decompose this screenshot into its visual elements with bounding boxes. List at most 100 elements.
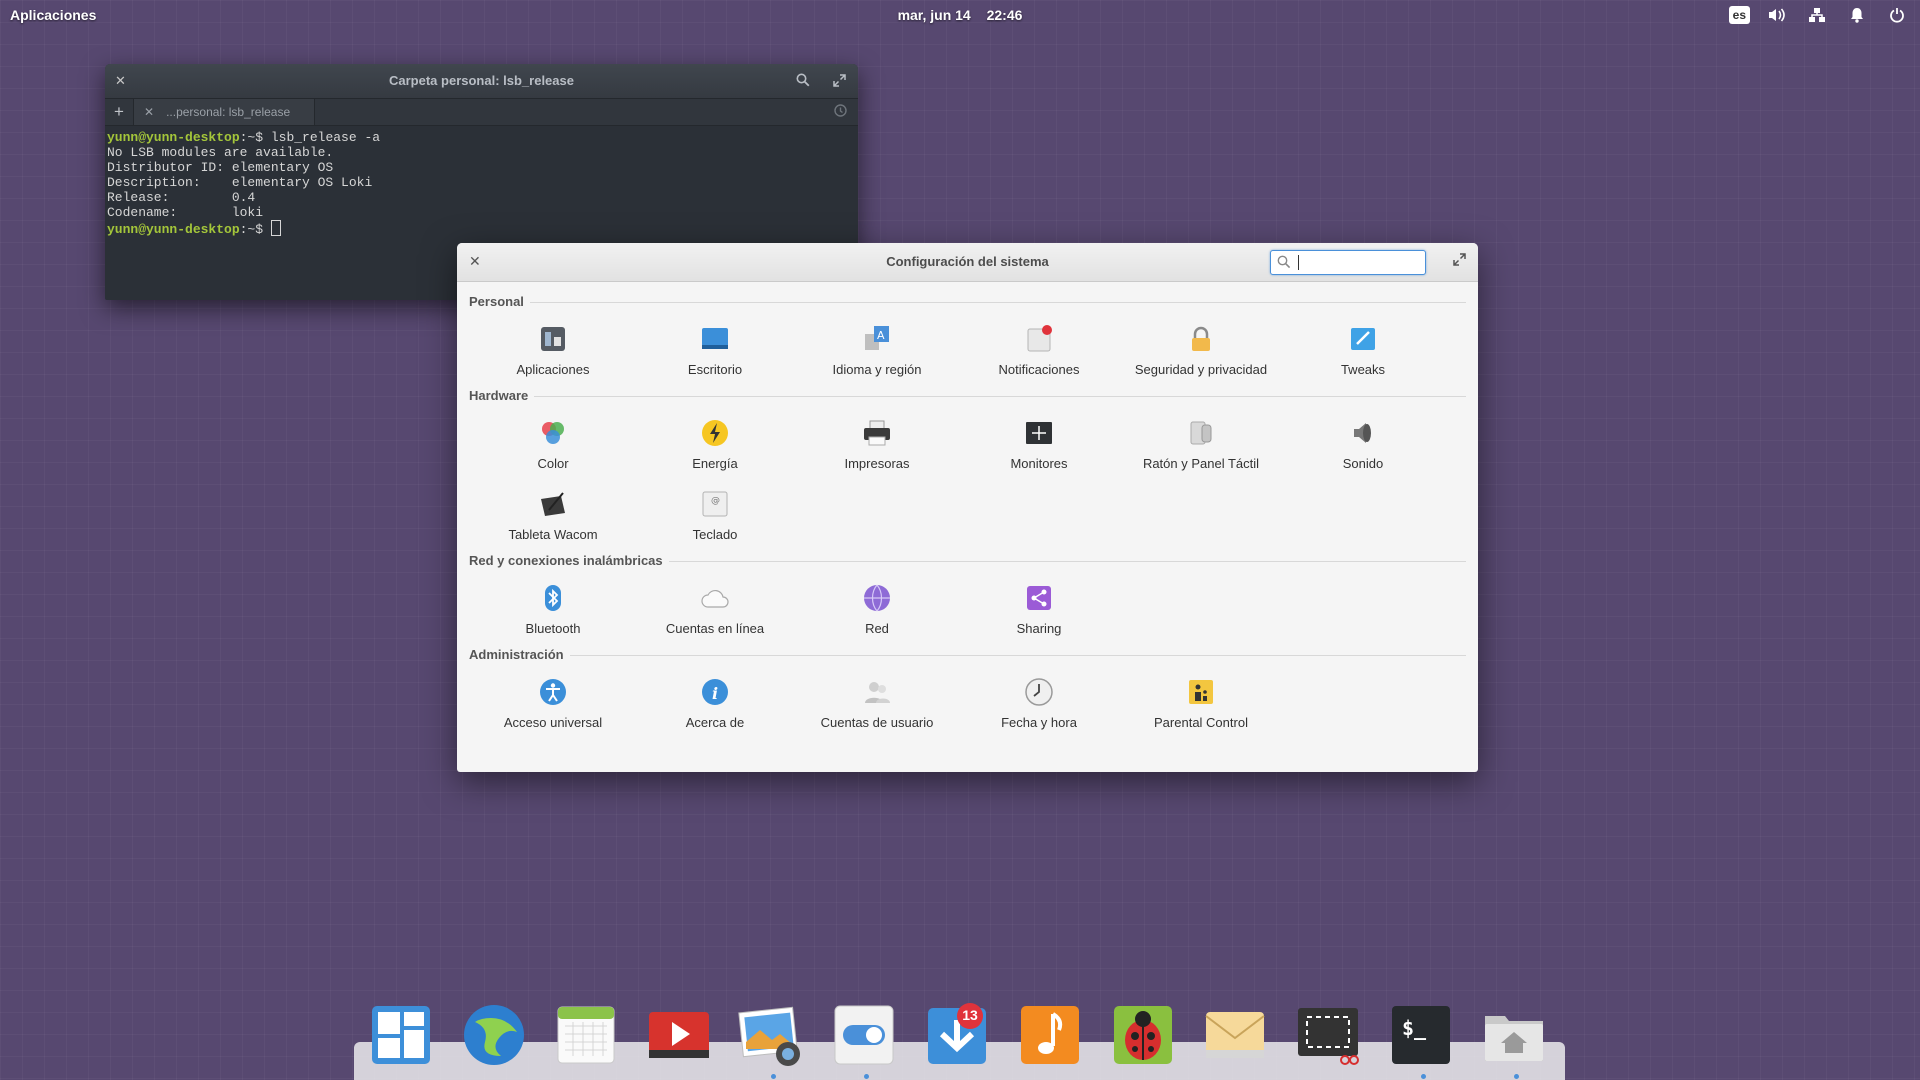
item-impresoras[interactable]: Impresoras — [796, 417, 958, 477]
item-raton[interactable]: Ratón y Panel Táctil — [1120, 417, 1282, 477]
item-sharing[interactable]: Sharing — [958, 582, 1120, 642]
dock-item-terminal[interactable]: $_ — [1388, 1002, 1454, 1068]
item-label: Cuentas en línea — [665, 621, 765, 636]
update-count-badge: 13 — [962, 1007, 978, 1023]
accessibility-icon — [539, 678, 567, 706]
terminal-output[interactable]: yunn@yunn-desktop:~$ lsb_release -a No LS… — [105, 126, 858, 237]
item-monitores[interactable]: Monitores — [958, 417, 1120, 477]
terminal-command: lsb_release -a — [270, 130, 381, 145]
applications-icon — [539, 325, 567, 353]
terminal-line: Description: elementary OS Loki — [107, 175, 373, 190]
info-icon: i — [701, 678, 729, 706]
running-indicator — [864, 1074, 869, 1079]
item-label: Energía — [692, 456, 738, 471]
item-teclado[interactable]: @ Teclado — [634, 488, 796, 548]
item-escritorio[interactable]: Escritorio — [634, 323, 796, 383]
screenshot-icon — [1298, 1008, 1359, 1065]
item-label: Sharing — [1016, 621, 1062, 636]
item-red[interactable]: Red — [796, 582, 958, 642]
running-indicator — [1421, 1074, 1426, 1079]
dock-item-videos[interactable] — [646, 1002, 712, 1068]
category-label: Personal — [469, 294, 530, 309]
item-parental-control[interactable]: Parental Control — [1120, 676, 1282, 736]
item-label: Notificaciones — [998, 362, 1080, 377]
item-label: Cuentas de usuario — [820, 715, 934, 730]
item-label: Escritorio — [687, 362, 743, 377]
terminal-line: yunn@yunn-desktop:~$ lsb_release -a — [107, 130, 858, 145]
item-label: Tableta Wacom — [508, 527, 598, 542]
system-tray: es — [1728, 4, 1910, 26]
item-tableta[interactable]: Tableta Wacom — [472, 488, 634, 548]
close-tab-icon[interactable]: ✕ — [144, 105, 154, 119]
video-play-icon — [649, 1012, 709, 1058]
new-tab-icon[interactable]: + — [105, 102, 133, 122]
color-icon — [539, 419, 567, 447]
item-acceso-universal[interactable]: Acceso universal — [472, 676, 634, 736]
item-cuentas-de-usuario[interactable]: Cuentas de usuario — [796, 676, 958, 736]
search-icon[interactable] — [796, 64, 810, 98]
date-time-indicator[interactable]: mar, jun 14 22:46 — [0, 7, 1920, 23]
terminal-titlebar[interactable]: ✕ Carpeta personal: lsb_release — [105, 64, 858, 98]
close-icon[interactable]: ✕ — [115, 64, 126, 98]
terminal-title: Carpeta personal: lsb_release — [389, 73, 574, 88]
dock-item-web-browser[interactable] — [461, 1002, 527, 1068]
item-bluetooth[interactable]: Bluetooth — [472, 582, 634, 642]
item-label: Seguridad y privacidad — [1134, 362, 1268, 377]
settings-titlebar[interactable]: ✕ Configuración del sistema — [457, 243, 1478, 282]
maximize-icon[interactable] — [1453, 253, 1466, 271]
desktop-icon — [701, 325, 729, 353]
search-icon — [1277, 255, 1291, 274]
dock-item-files[interactable] — [1481, 1002, 1547, 1068]
notifications-icon — [1025, 325, 1053, 353]
running-indicator — [771, 1074, 776, 1079]
dock-item-photos[interactable] — [738, 1002, 804, 1068]
search-field[interactable] — [1270, 250, 1426, 275]
item-cuentas-en-linea[interactable]: Cuentas en línea — [634, 582, 796, 642]
dock-item-multitasking[interactable] — [368, 1002, 434, 1068]
item-seguridad[interactable]: Seguridad y privacidad — [1120, 323, 1282, 383]
item-label: Teclado — [692, 527, 738, 542]
terminal-line: No LSB modules are available. — [107, 145, 334, 160]
mouse-icon — [1187, 419, 1215, 447]
terminal-tab[interactable]: ✕ ...personal: lsb_release — [133, 99, 316, 125]
system-settings-window[interactable]: ✕ Configuración del sistema Personal Apl… — [457, 243, 1478, 772]
network-icon[interactable] — [1804, 4, 1830, 26]
dock-item-screenshot[interactable] — [1295, 1002, 1361, 1068]
keyboard-layout-indicator[interactable]: es — [1728, 6, 1750, 24]
item-label: Monitores — [1010, 456, 1068, 471]
dock-item-bug-tracker[interactable] — [1110, 1002, 1176, 1068]
tweaks-icon — [1349, 325, 1377, 353]
dock-item-mail[interactable] — [1202, 1002, 1268, 1068]
notifications-icon[interactable] — [1844, 4, 1870, 26]
item-tweaks[interactable]: Tweaks — [1282, 323, 1444, 383]
terminal-prompt-suffix: :~$ — [239, 130, 271, 145]
item-sonido[interactable]: Sonido — [1282, 417, 1444, 477]
terminal-prompt: yunn@yunn-desktop — [107, 130, 240, 145]
maximize-icon[interactable] — [833, 64, 846, 98]
item-idioma[interactable]: A Idioma y región — [796, 323, 958, 383]
dock-item-appcenter[interactable]: 13 — [924, 1002, 990, 1068]
dock-item-calendar[interactable] — [553, 1002, 619, 1068]
cloud-icon — [701, 584, 729, 612]
item-label: Ratón y Panel Táctil — [1142, 456, 1260, 471]
item-aplicaciones[interactable]: Aplicaciones — [472, 323, 634, 383]
terminal-line: Distributor ID: elementary OS — [107, 160, 334, 175]
printer-icon — [863, 419, 891, 447]
item-fecha-y-hora[interactable]: Fecha y hora — [958, 676, 1120, 736]
power-icon[interactable] — [1884, 4, 1910, 26]
category-network: Red y conexiones inalámbricas — [469, 552, 1466, 570]
item-color[interactable]: Color — [472, 417, 634, 477]
history-icon[interactable] — [833, 103, 848, 121]
multitasking-icon — [372, 1006, 430, 1064]
search-input[interactable] — [1297, 253, 1421, 273]
volume-icon[interactable] — [1764, 4, 1790, 26]
item-acerca-de[interactable]: i Acerca de — [634, 676, 796, 736]
item-label: Tweaks — [1340, 362, 1386, 377]
item-notificaciones[interactable]: Notificaciones — [958, 323, 1120, 383]
dock-item-system-settings[interactable] — [831, 1002, 897, 1068]
running-indicator — [1514, 1074, 1519, 1079]
calendar-icon — [557, 1006, 615, 1064]
dock-item-music[interactable] — [1017, 1002, 1083, 1068]
item-energia[interactable]: Energía — [634, 417, 796, 477]
item-label: Bluetooth — [525, 621, 581, 636]
